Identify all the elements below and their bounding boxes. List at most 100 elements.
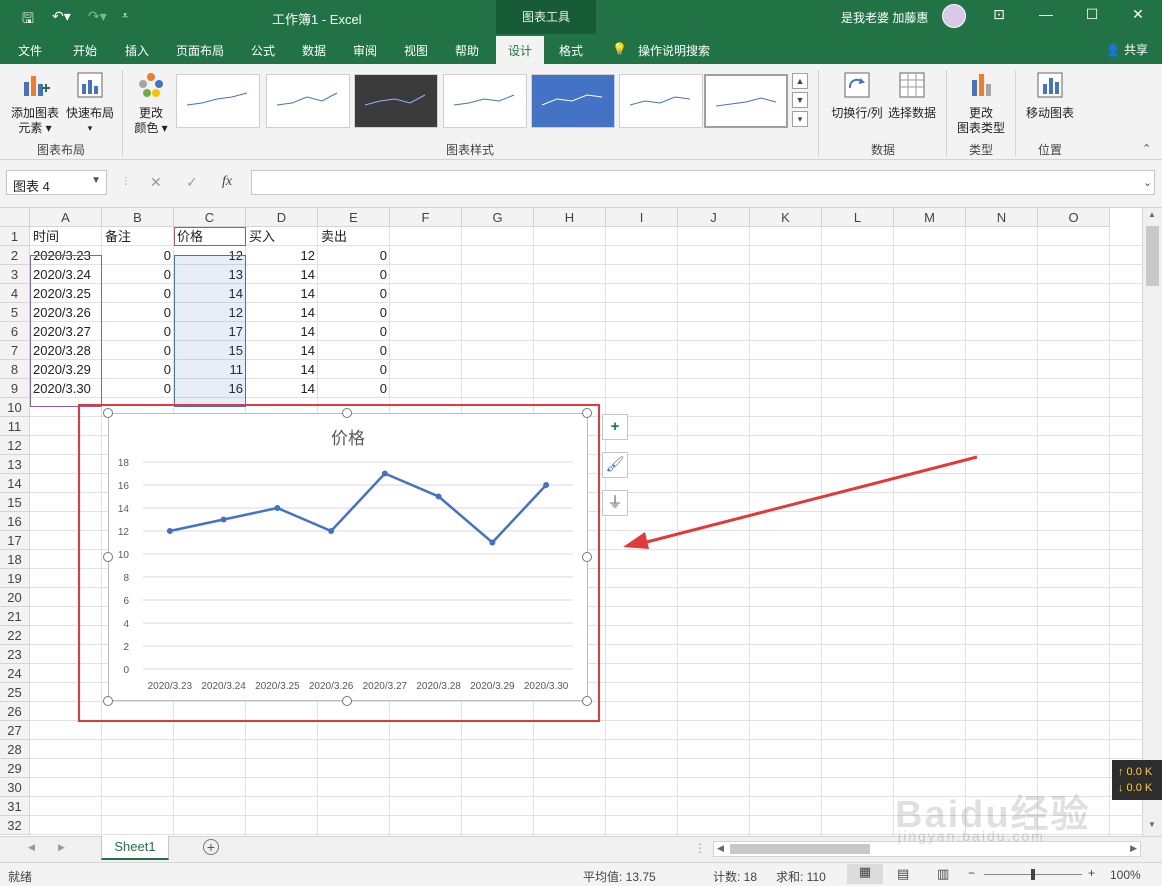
tab-review[interactable]: 审阅 bbox=[353, 42, 377, 59]
row-header-32[interactable]: 32 bbox=[0, 816, 30, 835]
move-chart-button[interactable]: 移动图表 bbox=[1021, 70, 1079, 121]
line-chart[interactable]: 价格 0 2 4 6 8 10 12 14 16 18 2020/3.23 2020/3.24 2020… bbox=[108, 413, 588, 701]
row-header-22[interactable]: 22 bbox=[0, 626, 30, 645]
row-header-17[interactable]: 17 bbox=[0, 531, 30, 550]
chart-style-5[interactable] bbox=[531, 74, 615, 128]
row-header-30[interactable]: 30 bbox=[0, 778, 30, 797]
row-header-26[interactable]: 26 bbox=[0, 702, 30, 721]
change-chart-type-button[interactable]: 更改 图表类型 bbox=[952, 70, 1010, 136]
styles-more-button[interactable]: ▾ bbox=[792, 111, 808, 127]
column-header-D[interactable]: D bbox=[246, 208, 318, 227]
switch-row-column-button[interactable]: 切换行/列 bbox=[828, 70, 886, 121]
row-header-21[interactable]: 21 bbox=[0, 607, 30, 626]
zoom-in-icon[interactable]: + bbox=[1088, 866, 1095, 880]
scroll-down-icon[interactable]: ▼ bbox=[1148, 820, 1156, 829]
row-header-29[interactable]: 29 bbox=[0, 759, 30, 778]
data-cell[interactable]: 0 bbox=[318, 246, 390, 265]
data-point[interactable] bbox=[274, 505, 281, 511]
data-cell[interactable]: 0 bbox=[102, 284, 174, 303]
column-header-F[interactable]: F bbox=[390, 208, 462, 227]
data-cell[interactable]: 0 bbox=[318, 284, 390, 303]
row-header-14[interactable]: 14 bbox=[0, 474, 30, 493]
data-cell[interactable]: 0 bbox=[102, 246, 174, 265]
row-header-23[interactable]: 23 bbox=[0, 645, 30, 664]
row-header-20[interactable]: 20 bbox=[0, 588, 30, 607]
row-header-8[interactable]: 8 bbox=[0, 360, 30, 379]
vertical-scrollbar[interactable]: ▲ ▼ bbox=[1142, 208, 1162, 836]
change-colors-button[interactable]: 更改 颜色 ▾ bbox=[128, 70, 174, 136]
data-cell[interactable]: 0 bbox=[318, 303, 390, 322]
expand-formula-bar-icon[interactable]: ⌄ bbox=[1143, 176, 1152, 189]
worksheet-grid[interactable]: ABCDEFGHIJKLMNO 1 2 3 4 5 6 7 8 9 10 11 12 13 14 15 16 1… bbox=[0, 208, 1142, 836]
save-icon[interactable]: 🖫 bbox=[22, 8, 34, 32]
tab-split-icon[interactable]: ⋮ bbox=[694, 841, 706, 855]
row-header-16[interactable]: 16 bbox=[0, 512, 30, 531]
data-point[interactable] bbox=[381, 470, 388, 477]
data-cell[interactable]: 0 bbox=[318, 265, 390, 284]
header-cell[interactable]: 备注 bbox=[102, 227, 174, 246]
row-header-2[interactable]: 2 bbox=[0, 246, 30, 265]
scroll-right-icon[interactable]: ▶ bbox=[1130, 843, 1137, 854]
row-header-27[interactable]: 27 bbox=[0, 721, 30, 740]
row-header-11[interactable]: 11 bbox=[0, 417, 30, 436]
undo-icon[interactable]: ↶▾ bbox=[52, 8, 71, 25]
row-header-13[interactable]: 13 bbox=[0, 455, 30, 474]
header-cell[interactable]: 买入 bbox=[246, 227, 318, 246]
column-header-J[interactable]: J bbox=[678, 208, 750, 227]
row-header-25[interactable]: 25 bbox=[0, 683, 30, 702]
row-header-1[interactable]: 1 bbox=[0, 227, 30, 246]
data-point[interactable] bbox=[489, 539, 496, 546]
resize-handle-br[interactable] bbox=[582, 696, 592, 706]
data-cell[interactable]: 14 bbox=[246, 360, 318, 379]
tab-file[interactable]: 文件 bbox=[18, 42, 42, 59]
data-cell[interactable]: 14 bbox=[246, 265, 318, 284]
row-header-10[interactable]: 10 bbox=[0, 398, 30, 417]
column-header-E[interactable]: E bbox=[318, 208, 390, 227]
row-header-28[interactable]: 28 bbox=[0, 740, 30, 759]
column-header-I[interactable]: I bbox=[606, 208, 678, 227]
next-sheet-icon[interactable]: ▶ bbox=[58, 842, 65, 853]
column-header-O[interactable]: O bbox=[1038, 208, 1110, 227]
column-header-C[interactable]: C bbox=[174, 208, 246, 227]
column-header-K[interactable]: K bbox=[750, 208, 822, 227]
normal-view-icon[interactable]: ▦ bbox=[847, 864, 883, 884]
data-cell[interactable]: 0 bbox=[102, 265, 174, 284]
row-header-4[interactable]: 4 bbox=[0, 284, 30, 303]
header-cell[interactable]: 卖出 bbox=[318, 227, 390, 246]
user-name[interactable]: 是我老婆 加藤惠 bbox=[841, 9, 928, 26]
resize-handle-r[interactable] bbox=[582, 552, 592, 562]
data-cell[interactable]: 0 bbox=[102, 303, 174, 322]
data-cell[interactable]: 14 bbox=[246, 341, 318, 360]
column-header-H[interactable]: H bbox=[534, 208, 606, 227]
row-header-18[interactable]: 18 bbox=[0, 550, 30, 569]
tab-formulas[interactable]: 公式 bbox=[251, 42, 275, 59]
page-break-view-icon[interactable]: ▥ bbox=[937, 866, 949, 882]
column-header-M[interactable]: M bbox=[894, 208, 966, 227]
customize-qat-icon[interactable]: ⩡ bbox=[122, 10, 128, 23]
scroll-up-icon[interactable]: ▲ bbox=[1148, 210, 1156, 219]
chart-style-6[interactable] bbox=[619, 74, 703, 128]
tab-page-layout[interactable]: 页面布局 bbox=[176, 42, 224, 59]
name-box[interactable]: 图表 4 ▼ bbox=[6, 170, 107, 195]
column-header-L[interactable]: L bbox=[822, 208, 894, 227]
data-cell[interactable]: 14 bbox=[246, 303, 318, 322]
row-header-19[interactable]: 19 bbox=[0, 569, 30, 588]
resize-handle-t[interactable] bbox=[342, 408, 352, 418]
zoom-thumb[interactable] bbox=[1031, 869, 1035, 880]
cancel-icon[interactable]: ✕ bbox=[150, 174, 162, 191]
data-cell[interactable]: 0 bbox=[102, 379, 174, 398]
tab-data[interactable]: 数据 bbox=[302, 42, 326, 59]
collapse-ribbon-icon[interactable]: ⌃ bbox=[1142, 142, 1151, 155]
enter-icon[interactable]: ✓ bbox=[186, 174, 198, 191]
add-chart-element-button[interactable]: 添加图表 元素 ▾ bbox=[8, 70, 62, 136]
close-button[interactable]: ✕ bbox=[1123, 6, 1153, 23]
resize-handle-tr[interactable] bbox=[582, 408, 592, 418]
chart-style-4[interactable] bbox=[443, 74, 527, 128]
data-point[interactable] bbox=[220, 516, 227, 523]
chart-elements-plus-icon[interactable]: + bbox=[602, 414, 628, 440]
data-cell[interactable]: 14 bbox=[246, 322, 318, 341]
row-header-9[interactable]: 9 bbox=[0, 379, 30, 398]
chart-style-1[interactable] bbox=[176, 74, 260, 128]
tab-insert[interactable]: 插入 bbox=[125, 42, 149, 59]
sheet-tab-sheet1[interactable]: Sheet1 bbox=[101, 836, 169, 860]
